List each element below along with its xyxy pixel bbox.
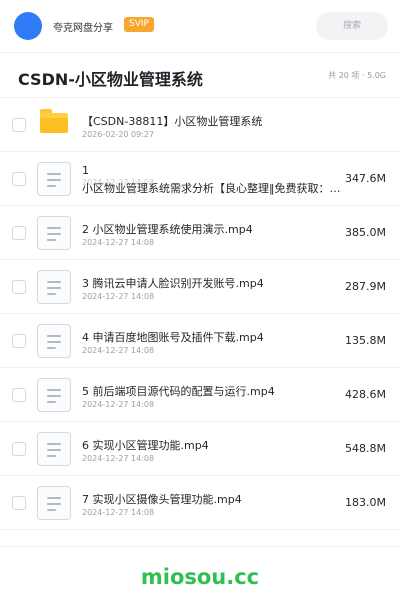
list-item[interactable]: 3 腾讯云申请人脸识别开发账号.mp4 2024-12-27 14:08 287…: [0, 260, 400, 314]
file-date: 2024-12-27 14:08: [82, 454, 155, 463]
search-input[interactable]: 搜索: [316, 12, 388, 40]
avatar[interactable]: [14, 12, 42, 40]
file-name: 2 小区物业管理系统使用演示.mp4: [82, 223, 253, 236]
row-checkbox[interactable]: [12, 226, 26, 240]
list-item[interactable]: 1 2024-12-27 14:08 小区物业管理系统需求分析【良心整理‖免费获…: [0, 152, 400, 206]
page-title: CSDN-小区物业管理系统: [18, 70, 203, 89]
file-name: 5 前后端项目源代码的配置与运行.mp4: [82, 385, 275, 398]
list-item[interactable]: 【CSDN-38811】小区物业管理系统 2026-02-20 09:27: [0, 98, 400, 152]
file-summary: 共 20 项 · 5.0G: [328, 71, 386, 80]
file-size: 428.6M: [345, 388, 386, 401]
file-name: 7 实现小区摄像头管理功能.mp4: [82, 493, 242, 506]
file-size: 135.8M: [345, 334, 386, 347]
file-date: 2024-12-27 14:08: [82, 238, 155, 247]
file-date: 2024-12-27 14:08: [82, 400, 155, 409]
file-name: 3 腾讯云申请人脸识别开发账号.mp4: [82, 277, 264, 290]
file-size: 548.8M: [345, 442, 386, 455]
share-name: 夸克网盘分享: [53, 23, 113, 34]
document-icon: [37, 324, 71, 358]
file-date: 2024-12-27 14:08: [82, 292, 155, 301]
file-name-continued: 小区物业管理系统需求分析【良心整理‖免费获取：…: [82, 182, 341, 195]
row-checkbox[interactable]: [12, 280, 26, 294]
file-size: 287.9M: [345, 280, 386, 293]
svip-badge: SVIP: [124, 17, 154, 32]
file-list: 【CSDN-38811】小区物业管理系统 2026-02-20 09:27 1 …: [0, 98, 400, 530]
document-icon: [37, 378, 71, 412]
file-name: 4 申请百度地图账号及插件下载.mp4: [82, 331, 264, 344]
top-bar: 夸克网盘分享 SVIP 搜索: [0, 0, 400, 52]
row-checkbox[interactable]: [12, 442, 26, 456]
file-name: 【CSDN-38811】小区物业管理系统: [82, 115, 263, 128]
list-item[interactable]: 2 小区物业管理系统使用演示.mp4 2024-12-27 14:08 385.…: [0, 206, 400, 260]
list-item[interactable]: 7 实现小区摄像头管理功能.mp4 2024-12-27 14:08 183.0…: [0, 476, 400, 530]
file-size: 385.0M: [345, 226, 386, 239]
list-item[interactable]: 5 前后端项目源代码的配置与运行.mp4 2024-12-27 14:08 42…: [0, 368, 400, 422]
file-date: 2024-12-27 14:08: [82, 346, 155, 355]
row-checkbox[interactable]: [12, 172, 26, 186]
file-date: 2024-12-27 14:08: [82, 508, 155, 517]
file-name: 1: [82, 164, 89, 177]
document-icon: [37, 270, 71, 304]
watermark-text: miosou.cc: [140, 565, 260, 589]
row-checkbox[interactable]: [12, 334, 26, 348]
document-icon: [37, 216, 71, 250]
file-size: 183.0M: [345, 496, 386, 509]
document-icon: [37, 162, 71, 196]
row-checkbox[interactable]: [12, 118, 26, 132]
file-size: 347.6M: [345, 172, 386, 185]
folder-icon: [40, 109, 68, 133]
document-icon: [37, 486, 71, 520]
share-header: CSDN-小区物业管理系统 共 20 项 · 5.0G: [0, 53, 400, 99]
file-date: 2026-02-20 09:27: [82, 130, 155, 139]
row-checkbox[interactable]: [12, 496, 26, 510]
list-item[interactable]: 6 实现小区管理功能.mp4 2024-12-27 14:08 548.8M: [0, 422, 400, 476]
file-name: 6 实现小区管理功能.mp4: [82, 439, 209, 452]
list-item[interactable]: 4 申请百度地图账号及插件下载.mp4 2024-12-27 14:08 135…: [0, 314, 400, 368]
document-icon: [37, 432, 71, 466]
divider: [0, 546, 400, 547]
row-checkbox[interactable]: [12, 388, 26, 402]
